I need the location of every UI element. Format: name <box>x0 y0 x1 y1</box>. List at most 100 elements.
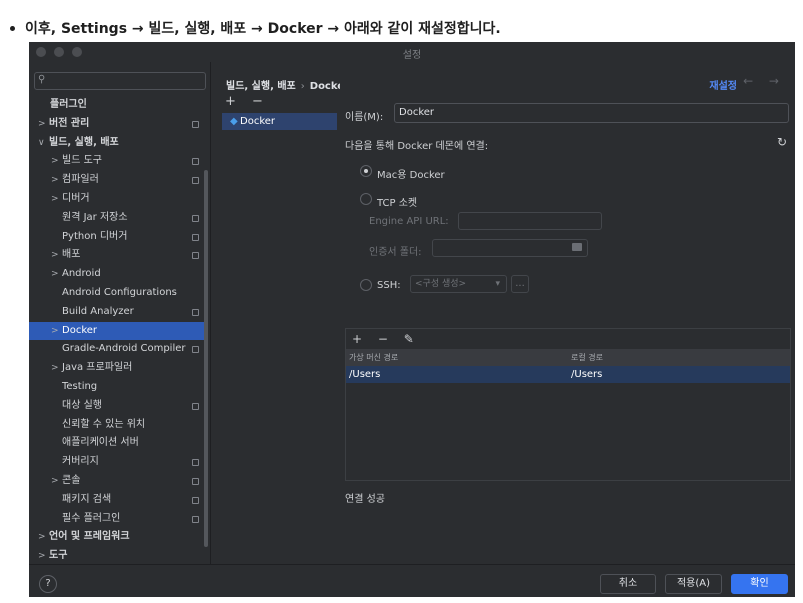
reset-link[interactable]: 재설정 <box>709 77 737 92</box>
project-settings-icon <box>192 177 199 185</box>
refresh-icon[interactable]: ↻ <box>777 135 787 149</box>
breadcrumb-parent[interactable]: 빌드, 실행, 배포 <box>226 81 296 92</box>
cert-folder-field[interactable] <box>432 239 588 257</box>
sidebar-item-label: Testing <box>62 380 98 392</box>
tcp-socket-radio[interactable] <box>360 193 372 205</box>
sidebar-item[interactable]: Python 디버거 <box>29 228 211 247</box>
settings-search-input[interactable]: ⚲ <box>34 72 206 90</box>
cert-folder-label: 인증서 폴더: <box>369 247 422 258</box>
chevron-right-icon[interactable]: > <box>38 115 46 134</box>
sidebar-item[interactable]: > 컴파일러 <box>29 171 211 190</box>
engine-api-url-field[interactable] <box>458 212 602 230</box>
project-settings-icon <box>192 158 199 166</box>
mac-docker-radio[interactable] <box>360 165 372 177</box>
project-settings-icon <box>192 233 199 241</box>
sidebar-item-label: Build Analyzer <box>62 305 134 317</box>
sidebar-item-label: 언어 및 프레임워크 <box>49 531 130 543</box>
docker-settings-content: 재설정 ← → 이름(M): Docker 다음을 통해 Docker 데몬에 … <box>340 62 795 564</box>
apply-button[interactable]: 적용(A) <box>665 574 722 594</box>
nav-arrows[interactable]: ← → <box>743 74 785 88</box>
chevron-right-icon[interactable]: > <box>51 265 59 284</box>
engine-api-url-label: Engine API URL: <box>369 216 449 227</box>
settings-tree: 플러그인 > 버전 관리 ∨ 빌드, 실행, 배포 > 빌드 도구 > 컴파일러 > 디버거 원격 J… <box>29 96 211 566</box>
sidebar-item-label: Gradle-Android Compiler <box>62 343 186 355</box>
project-settings-icon <box>192 459 199 467</box>
tcp-socket-label: TCP 소켓 <box>377 198 418 209</box>
sidebar-item-label: 플러그인 <box>50 99 87 110</box>
ssh-config-select[interactable]: <구성 생성> ▾ <box>410 275 507 293</box>
chevron-right-icon[interactable]: > <box>38 528 46 547</box>
sidebar-item[interactable]: Gradle-Android Compiler <box>29 340 211 359</box>
sidebar-item[interactable]: > 버전 관리 <box>29 115 211 134</box>
project-settings-icon <box>192 477 199 485</box>
sidebar-item[interactable]: 패키지 검색 <box>29 491 211 510</box>
window-title: 설정 <box>402 50 422 61</box>
ssh-more-button[interactable]: ... <box>511 275 529 293</box>
sidebar-item[interactable]: > Docker <box>29 321 204 341</box>
sidebar-item[interactable]: > 디버거 <box>29 190 211 209</box>
sidebar-item[interactable]: > 언어 및 프레임워크 <box>29 528 211 547</box>
settings-window: 설정 ⚲ 플러그인 > 버전 관리 ∨ 빌드, 실행, 배포 > 빌드 도구 > 컴파일러 > 디버… <box>29 42 795 597</box>
sidebar-item-label: 배포 <box>62 249 81 261</box>
breadcrumb-separator: › <box>300 81 305 92</box>
connection-status: 연결 성공 <box>345 494 385 505</box>
volume-table-header: 가상 머신 경로 로컬 경로 <box>346 349 790 366</box>
ssh-config-value: <구성 생성> <box>415 279 467 289</box>
volume-toolbar[interactable]: + − ✎ <box>352 332 420 346</box>
sidebar-item-label: 필수 플러그인 <box>62 512 121 524</box>
docker-icon: ◆ <box>230 116 238 127</box>
chevron-right-icon[interactable]: > <box>51 190 59 209</box>
project-settings-icon <box>192 515 199 523</box>
search-icon: ⚲ <box>38 74 46 85</box>
sidebar-item[interactable]: 원격 Jar 저장소 <box>29 209 211 228</box>
add-remove-toolbar[interactable]: + − <box>225 94 269 109</box>
chevron-right-icon[interactable]: > <box>51 246 59 265</box>
chevron-right-icon[interactable]: > <box>51 322 59 341</box>
sidebar-item-label: Java 프로파일러 <box>62 362 133 374</box>
sidebar-item[interactable]: 커버리지 <box>29 453 211 472</box>
ok-button[interactable]: 확인 <box>731 574 788 594</box>
chevron-right-icon[interactable]: > <box>51 171 59 190</box>
project-settings-icon <box>192 402 199 410</box>
sidebar-item[interactable]: > Java 프로파일러 <box>29 359 211 378</box>
sidebar-item[interactable]: > Android <box>29 265 211 284</box>
intro-line: 이후, Settings → 빌드, 실행, 배포 → Docker → 아래와… <box>10 18 501 38</box>
sidebar-item[interactable]: 신뢰할 수 있는 위치 <box>29 416 211 435</box>
sidebar-item[interactable]: > 빌드 도구 <box>29 152 211 171</box>
dialog-footer: ? 취소 적용(A) 확인 <box>29 564 795 597</box>
sidebar-scrollbar[interactable] <box>204 170 208 547</box>
sidebar-item[interactable]: > 콘솔 <box>29 472 211 491</box>
sidebar-item[interactable]: Android Configurations <box>29 284 211 303</box>
name-field[interactable]: Docker <box>394 103 789 123</box>
sidebar-item[interactable]: 대상 실행 <box>29 397 211 416</box>
title-bar: 설정 <box>29 42 795 62</box>
chevron-right-icon[interactable]: > <box>51 359 59 378</box>
project-settings-icon <box>192 496 199 504</box>
breadcrumb: 빌드, 실행, 배포 › Docker <box>226 77 349 92</box>
sidebar-item[interactable]: Build Analyzer <box>29 303 211 322</box>
project-settings-icon <box>192 346 199 354</box>
sidebar-item[interactable]: ∨ 빌드, 실행, 배포 <box>29 134 211 153</box>
column-local-path[interactable]: 로컬 경로 <box>571 349 603 366</box>
sidebar-item-label: 원격 Jar 저장소 <box>62 211 128 223</box>
ssh-radio[interactable] <box>360 279 372 291</box>
sidebar-item-label: 애플리케이션 서버 <box>62 437 139 449</box>
sidebar-item[interactable]: > 배포 <box>29 246 211 265</box>
cancel-button[interactable]: 취소 <box>600 574 656 594</box>
sidebar-item-label: 신뢰할 수 있는 위치 <box>62 418 146 430</box>
folder-icon[interactable] <box>572 243 582 251</box>
table-row[interactable]: /Users /Users <box>346 366 790 383</box>
intro-text: 이후, Settings → 빌드, 실행, 배포 → Docker → 아래와… <box>25 21 501 37</box>
column-vm-path[interactable]: 가상 머신 경로 <box>349 349 398 366</box>
sidebar-item-label: 디버거 <box>62 192 90 204</box>
help-button[interactable]: ? <box>39 575 57 593</box>
sidebar-item-label: 빌드 도구 <box>62 155 102 167</box>
chevron-right-icon[interactable]: > <box>51 472 59 491</box>
sidebar-item[interactable]: Testing <box>29 378 211 397</box>
docker-list-item[interactable]: ◆ Docker <box>222 113 337 130</box>
chevron-down-icon[interactable]: ∨ <box>38 134 45 153</box>
sidebar-item[interactable]: 애플리케이션 서버 <box>29 434 211 453</box>
sidebar-item[interactable]: 필수 플러그인 <box>29 510 211 529</box>
sidebar-item[interactable]: 플러그인 <box>29 96 211 115</box>
chevron-right-icon[interactable]: > <box>51 152 59 171</box>
